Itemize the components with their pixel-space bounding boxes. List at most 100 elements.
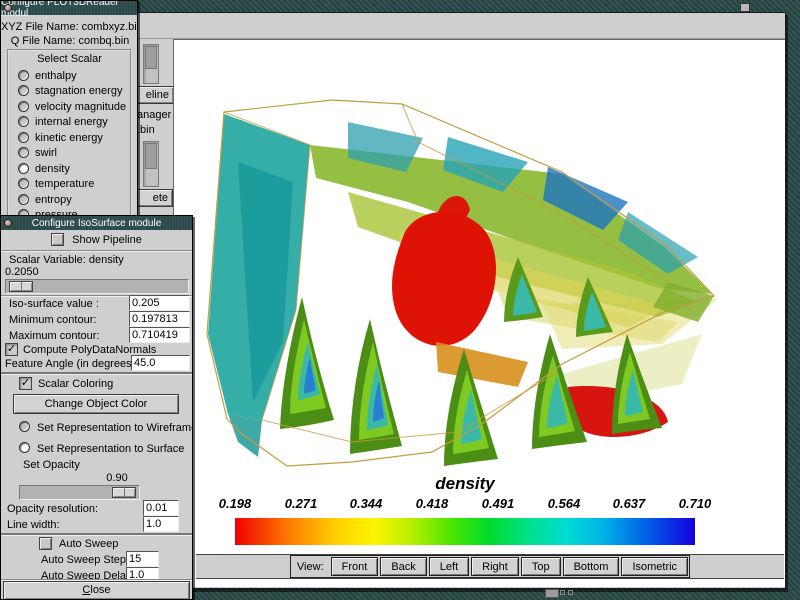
radio-label: swirl [35,147,57,159]
bin-label-fragment: .bin [137,124,155,136]
show-pipeline-row[interactable]: Show Pipeline [1,233,192,246]
iso-value-slider[interactable] [5,279,189,294]
repr-wireframe-label: Set Representation to Wireframe [37,422,193,434]
scalar-radio-density[interactable]: density [18,162,70,175]
main-application-window: eline anager .bin ete anager [134,12,786,589]
plot3d-dialog-titlebar[interactable]: Configure PLOT3DReader modul [1,1,137,15]
scalar-coloring-checkbox[interactable]: ✓ [19,377,32,390]
opacity-slider[interactable] [19,485,140,500]
auto-sweep-step-label: Auto Sweep Step: [41,554,129,566]
listbox-scrollbar-1[interactable] [143,44,159,84]
set-opacity-label: Set Opacity [23,459,80,471]
scalar-radio-kinetic-energy[interactable]: kinetic energy [18,131,103,144]
opacity-resolution-field[interactable] [143,500,179,516]
line-width-field[interactable] [143,516,179,532]
radio-icon[interactable] [18,116,29,127]
feature-angle-field[interactable] [131,355,190,371]
min-contour-label: Minimum contour: [9,314,96,326]
colorbar-tick: 0.637 [613,496,646,511]
taskbar-mark-icon [560,590,565,595]
section-divider [1,533,192,536]
q-file-label: Q File Name: combq.bin [1,35,138,47]
close-button[interactable]: Close [3,581,190,600]
max-contour-field[interactable] [129,327,190,343]
repr-wireframe-radio[interactable] [19,421,30,432]
manager-label-fragment: anager [137,109,171,121]
opacity-slider-value: 0.90 [97,472,137,484]
isosurface-dialog: Configure IsoSurface module Show Pipelin… [0,215,193,600]
auto-sweep-label: Auto Sweep [59,538,118,550]
scalar-radio-velocity-magnitude[interactable]: velocity magnitude [18,100,126,113]
radio-icon[interactable] [18,85,29,96]
view-back-button[interactable]: Back [380,557,426,576]
section-divider [1,372,192,375]
radio-label: entropy [35,194,72,206]
taskbar-item[interactable] [545,589,559,598]
view-front-button[interactable]: Front [331,557,379,576]
desktop-corner-icon[interactable] [740,3,750,12]
view-bottom-button[interactable]: Bottom [563,557,620,576]
scalar-radio-entropy[interactable]: entropy [18,193,72,206]
view-label: View: [291,556,330,577]
delete-button-fragment[interactable]: ete [136,189,173,207]
scrollbar-thumb[interactable] [145,46,157,69]
scalar-radio-stagnation-energy[interactable]: stagnation energy [18,84,122,97]
select-scalar-frame: Select Scalar enthalpy stagnation energy… [7,49,132,229]
orange-band [436,342,528,387]
red-core [392,212,496,346]
iso-slider-value: 0.2050 [5,266,39,278]
scrollbar-thumb[interactable] [145,143,157,169]
radio-icon[interactable] [18,147,29,158]
auto-sweep-checkbox[interactable] [39,537,52,550]
view-bar: View: Front Back Left Right Top Bottom I… [196,554,784,579]
close-button-label: Close [4,582,189,599]
radio-icon-selected[interactable] [18,163,29,174]
colorbar-tick: 0.418 [416,496,449,511]
view-button-group: View: Front Back Left Right Top Bottom I… [290,555,690,578]
iso-value-field[interactable] [129,295,190,311]
radio-icon[interactable] [18,132,29,143]
pipeline-button-fragment[interactable]: eline [136,86,174,104]
scalar-radio-temperature[interactable]: temperature [18,177,94,190]
radio-icon[interactable] [18,194,29,205]
colorbar-gradient [235,518,695,545]
iso-value-label: Iso-surface value : [9,298,99,310]
view-left-button[interactable]: Left [429,557,469,576]
radio-icon[interactable] [18,178,29,189]
scalar-radio-enthalpy[interactable]: enthalpy [18,69,77,82]
compute-normals-checkbox[interactable]: ✓ [5,343,18,356]
show-pipeline-checkbox[interactable] [51,233,64,246]
colorbar-tick: 0.491 [482,496,515,511]
scalar-radio-swirl[interactable]: swirl [18,146,57,159]
repr-surface-radio[interactable] [19,442,30,453]
desktop: eline anager .bin ete anager [0,0,800,600]
divider [1,250,192,252]
radio-icon[interactable] [18,101,29,112]
auto-sweep-step-field[interactable] [126,551,159,567]
scalar-radio-internal-energy[interactable]: internal energy [18,115,108,128]
colorbar-tick: 0.344 [350,496,383,511]
window-menu-icon[interactable] [4,219,12,227]
radio-label: enthalpy [35,70,77,82]
window-menu-icon[interactable] [4,4,12,12]
view-isometric-button[interactable]: Isometric [621,557,688,576]
opacity-slider-handle[interactable] [112,487,136,498]
scalar-coloring-label: Scalar Coloring [38,378,113,390]
change-object-color-button[interactable]: Change Object Color [13,394,179,414]
radio-icon[interactable] [18,70,29,81]
view-right-button[interactable]: Right [471,557,519,576]
min-contour-field[interactable] [129,311,190,327]
show-pipeline-label: Show Pipeline [72,234,142,246]
render-viewport[interactable]: density 0.198 0.271 0.344 0.418 0.491 0.… [173,39,785,587]
select-scalar-title: Select Scalar [9,53,130,65]
iso-dialog-titlebar[interactable]: Configure IsoSurface module [1,216,192,230]
radio-label: velocity magnitude [35,101,126,113]
colorbar-tick: 0.198 [219,496,252,511]
max-contour-label: Maximum contour: [9,330,99,342]
view-top-button[interactable]: Top [521,557,561,576]
colorbar-tick: 0.564 [548,496,581,511]
window-toolbar-strip [135,13,785,39]
iso-slider-handle[interactable] [9,281,33,292]
radio-label: temperature [35,178,94,190]
listbox-scrollbar-2[interactable] [143,141,159,187]
